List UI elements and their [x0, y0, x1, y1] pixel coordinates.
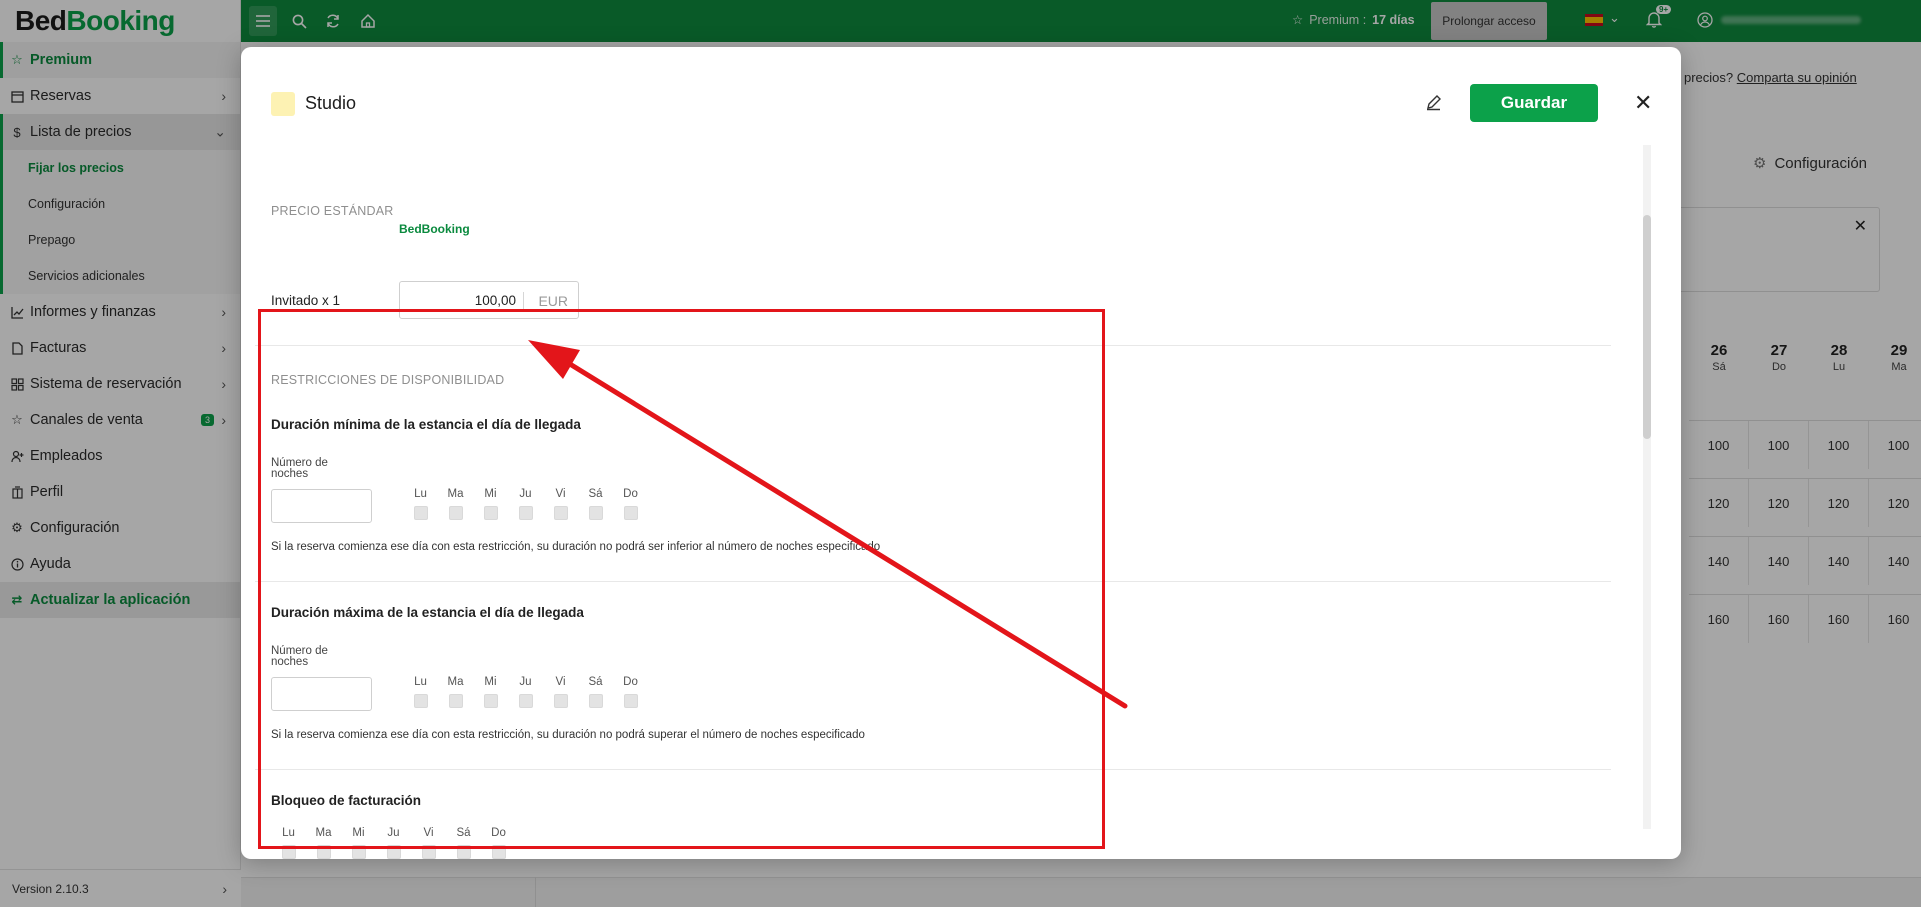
scrollbar-thumb[interactable] — [1643, 215, 1651, 439]
divider — [523, 292, 524, 310]
price-value: 100,00 — [474, 293, 516, 308]
edit-pencil-icon[interactable] — [1425, 93, 1447, 115]
modal-title: Studio — [305, 93, 357, 113]
currency-label: EUR — [538, 293, 568, 309]
source-label: BedBooking — [399, 222, 470, 236]
section-label-standard-price: PRECIO ESTÁNDAR — [271, 204, 394, 218]
close-icon[interactable]: ✕ — [1634, 92, 1652, 114]
save-button[interactable]: Guardar — [1470, 84, 1598, 122]
guest-row-label: Invitado x 1 — [271, 293, 341, 308]
highlight-box — [258, 309, 1105, 849]
room-color-swatch — [271, 92, 295, 116]
